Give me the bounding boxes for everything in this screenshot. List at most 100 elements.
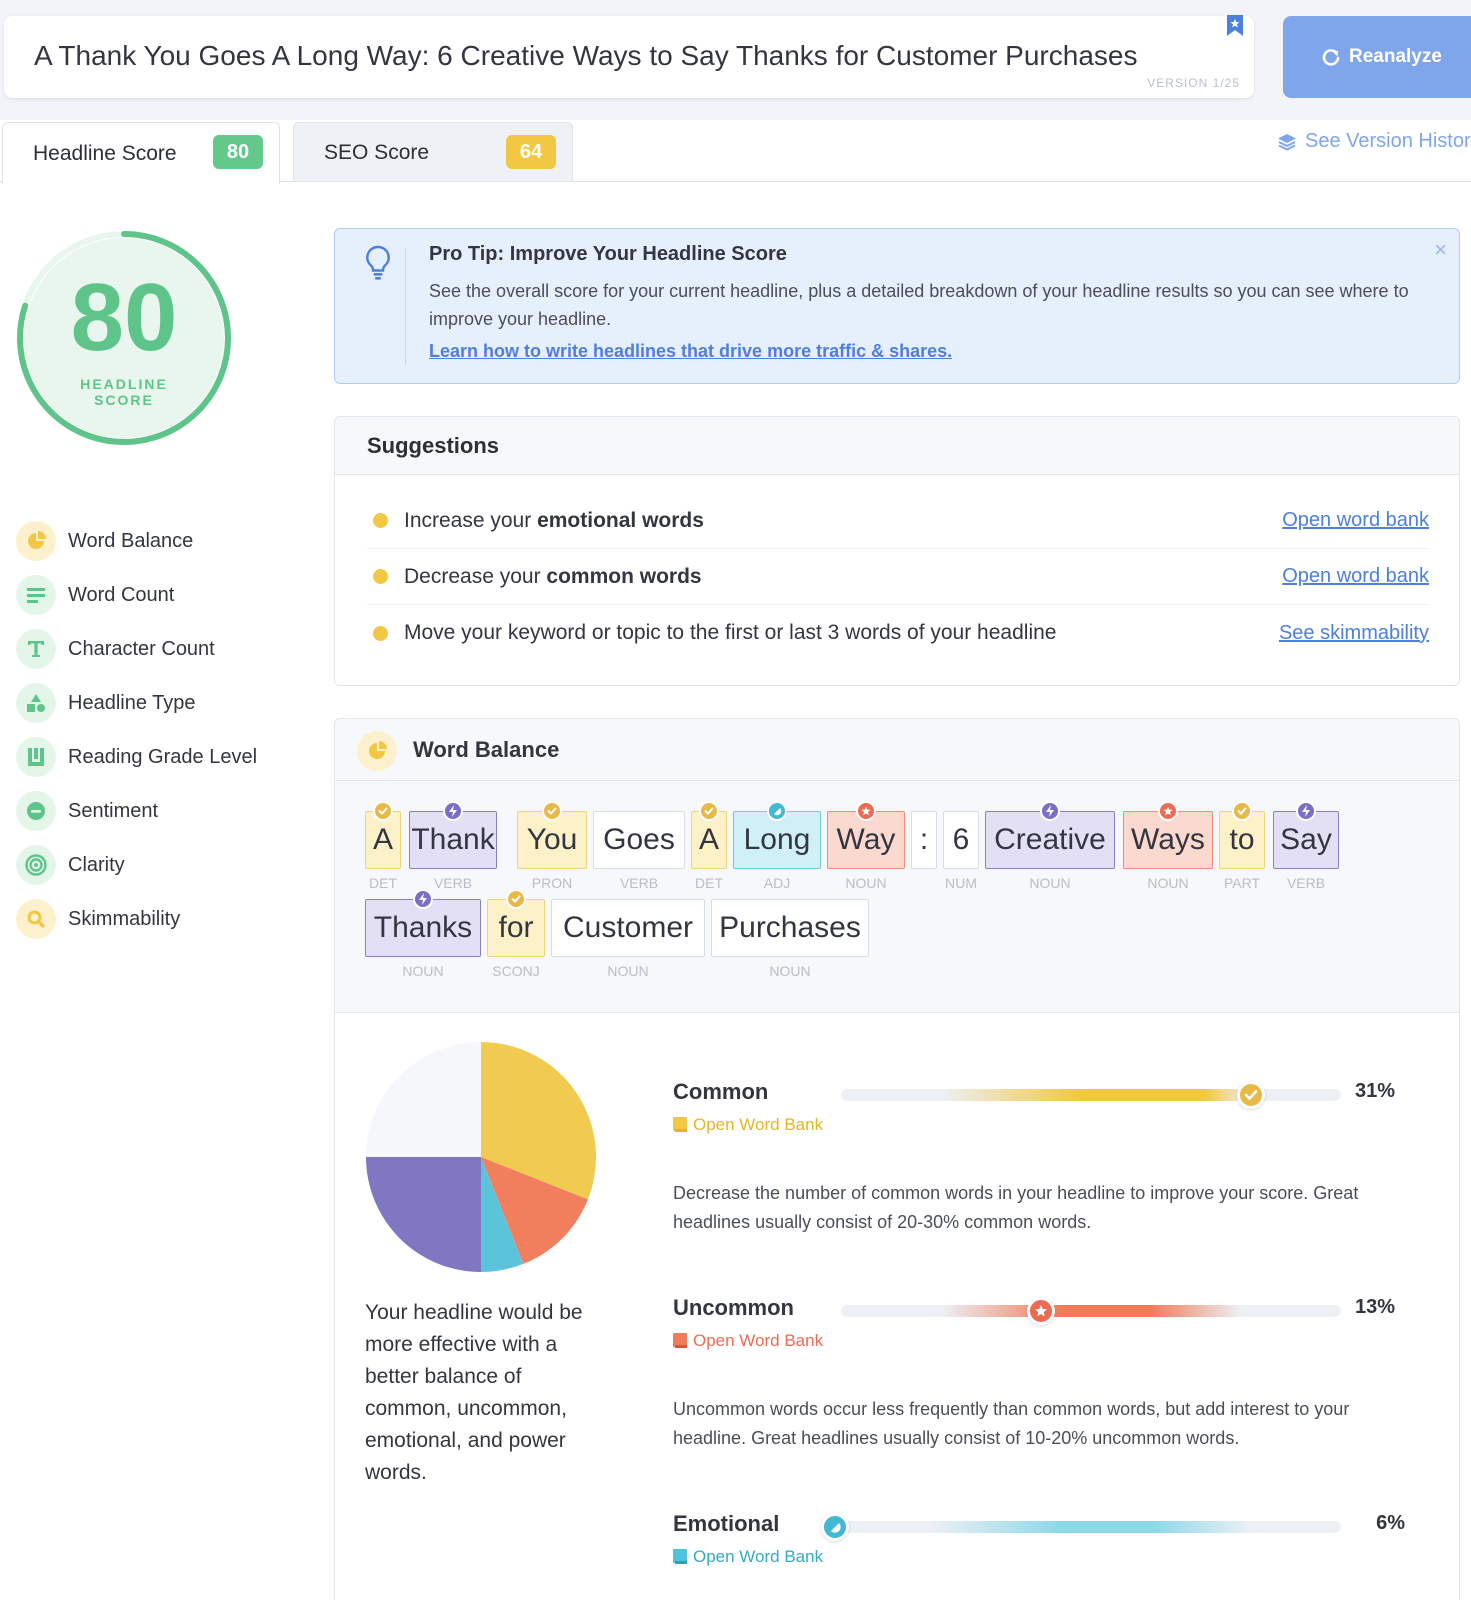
word-token[interactable]: A [365, 801, 401, 869]
part-of-speech-label: SCONJ [492, 963, 540, 979]
part-of-speech-label: VERB [1286, 875, 1326, 891]
pie-chart-icon [357, 731, 397, 771]
uncommon-progress-fill [941, 1305, 1241, 1317]
warning-dot-icon [373, 625, 388, 641]
headline-score-label: HEADLINE SCORE [14, 376, 234, 408]
close-icon[interactable]: × [1434, 237, 1447, 263]
word-token[interactable]: Say [1273, 801, 1339, 869]
sidebar-item-label: Word Balance [68, 529, 194, 552]
pro-tip-learn-link[interactable]: Learn how to write headlines that drive … [429, 341, 952, 362]
see-skimmability-link[interactable]: See skimmability [1279, 622, 1429, 645]
sidebar-item-word-count[interactable]: Word Count [16, 568, 257, 622]
warning-dot-icon [373, 569, 388, 584]
pro-tip-body: See the overall score for your current h… [429, 281, 1409, 329]
pro-tip-divider [405, 247, 406, 365]
tab-label: SEO Score [324, 140, 430, 164]
seo-score-badge: 64 [506, 135, 556, 169]
word-token[interactable]: Customer [551, 899, 705, 957]
headline-text[interactable]: A Thank You Goes A Long Way: 6 Creative … [34, 40, 1137, 72]
book-icon [673, 1333, 687, 1348]
part-of-speech-label: ADJ [763, 875, 791, 891]
sidebar-item-word-balance[interactable]: Word Balance [16, 514, 257, 568]
word-token[interactable]: Way [827, 801, 905, 869]
suggestion-text-bold: emotional words [537, 508, 704, 532]
sidebar-item-headline-type[interactable]: Headline Type [16, 676, 257, 730]
word-token[interactable]: Ways [1123, 801, 1213, 869]
part-of-speech-label: VERB [619, 875, 659, 891]
word-token[interactable]: You [517, 801, 587, 869]
part-of-speech-label: NOUN [607, 963, 649, 979]
lightbulb-icon [366, 245, 390, 280]
letter-t-icon [16, 629, 56, 669]
metric-uncommon-name: Uncommon [673, 1295, 794, 1320]
part-of-speech-label: DET [369, 875, 397, 891]
word-token[interactable]: Purchases [711, 899, 869, 957]
open-word-bank-link[interactable]: Open word bank [1282, 509, 1429, 532]
bookmark-icon[interactable] [1226, 15, 1244, 37]
shapes-icon [16, 683, 56, 723]
pie-slice-power [366, 1157, 481, 1272]
pie-summary-text: Your headline would be more effective wi… [365, 1301, 583, 1484]
word-token[interactable]: 6 [943, 811, 979, 869]
suggestions-panel: Suggestions Increase your emotional word… [334, 416, 1460, 686]
suggestion-text: Decrease your common words [404, 565, 1282, 589]
word-token[interactable]: Thank [409, 801, 497, 869]
suggestion-text: Increase your emotional words [404, 509, 1282, 533]
refresh-icon [1322, 49, 1340, 66]
emotional-progress-track [821, 1513, 1341, 1541]
part-of-speech-label: NOUN [1147, 875, 1189, 891]
word-token[interactable]: for [487, 889, 545, 957]
score-label-line1: HEADLINE [80, 376, 168, 392]
word-balance-panel: Word Balance A DET Thank VERB You PRON Goes VER… [334, 718, 1460, 1600]
uncommon-word-badge-icon [1158, 801, 1178, 821]
word-token[interactable]: Goes [593, 811, 685, 869]
pro-tip-title: Pro Tip: Improve Your Headline Score [429, 243, 787, 265]
word-token[interactable]: Long [733, 801, 821, 869]
pro-tip-panel: Pro Tip: Improve Your Headline Score See… [334, 228, 1460, 384]
sidebar-item-clarity[interactable]: Clarity [16, 838, 257, 892]
common-word-badge-icon [699, 801, 719, 821]
warning-dot-icon [373, 513, 388, 528]
suggestion-row: Move your keyword or topic to the first … [367, 605, 1429, 661]
word-token[interactable]: Creative [985, 801, 1115, 869]
part-of-speech-label: NOUN [1029, 875, 1071, 891]
open-word-bank-link[interactable]: Open word bank [1282, 565, 1429, 588]
see-version-history-link[interactable]: See Version Histor [1277, 130, 1471, 153]
suggestion-text-bold: common words [546, 564, 702, 588]
suggestion-text: Move your keyword or topic to the first … [404, 621, 1057, 644]
word-token[interactable]: to [1219, 801, 1265, 869]
word-token[interactable]: Thanks [365, 889, 481, 957]
headline-score-value: 80 [70, 264, 178, 371]
sidebar-item-skimmability[interactable]: Skimmability [16, 892, 257, 946]
sidebar-item-label: Character Count [68, 637, 215, 660]
sentiment-icon [16, 791, 56, 831]
word-balance-pie-chart [366, 1042, 596, 1272]
emotional-open-word-bank-link[interactable]: Open Word Bank [673, 1547, 823, 1567]
headline-input[interactable]: A Thank You Goes A Long Way: 6 Creative … [4, 15, 1254, 98]
open-word-bank-label: Open Word Bank [693, 1547, 824, 1566]
emotional-progress-fill [931, 1521, 1251, 1533]
metric-uncommon-description: Uncommon words occur less frequently tha… [673, 1399, 1350, 1448]
common-word-badge-icon [1232, 801, 1252, 821]
book-icon [16, 737, 56, 777]
score-label-line2: SCORE [94, 392, 154, 408]
common-open-word-bank-link[interactable]: Open Word Bank [673, 1115, 823, 1135]
tab-seo-score[interactable]: SEO Score 64 [293, 122, 573, 182]
suggestion-text-pre: Increase your [404, 508, 538, 532]
uncommon-open-word-bank-link[interactable]: Open Word Bank [673, 1331, 823, 1351]
part-of-speech-label: NOUN [769, 963, 811, 979]
sidebar-item-character-count[interactable]: Character Count [16, 622, 257, 676]
reanalyze-button[interactable]: Reanalyze [1283, 16, 1471, 98]
word-token[interactable]: A [691, 801, 727, 869]
part-of-speech-label: PART [1223, 875, 1261, 891]
common-word-badge-icon [506, 889, 526, 909]
metric-uncommon-percent: 13% [1354, 1296, 1395, 1318]
tab-headline-score[interactable]: Headline Score 80 [2, 122, 280, 184]
sidebar-item-reading-grade-level[interactable]: Reading Grade Level [16, 730, 257, 784]
magnifier-icon [16, 899, 56, 939]
sidebar-item-sentiment[interactable]: Sentiment [16, 784, 257, 838]
sidebar-item-label: Sentiment [68, 799, 159, 822]
metric-emotional-percent: 6% [1376, 1512, 1405, 1534]
word-token[interactable]: : [911, 811, 937, 869]
common-word-badge-icon [542, 801, 562, 821]
